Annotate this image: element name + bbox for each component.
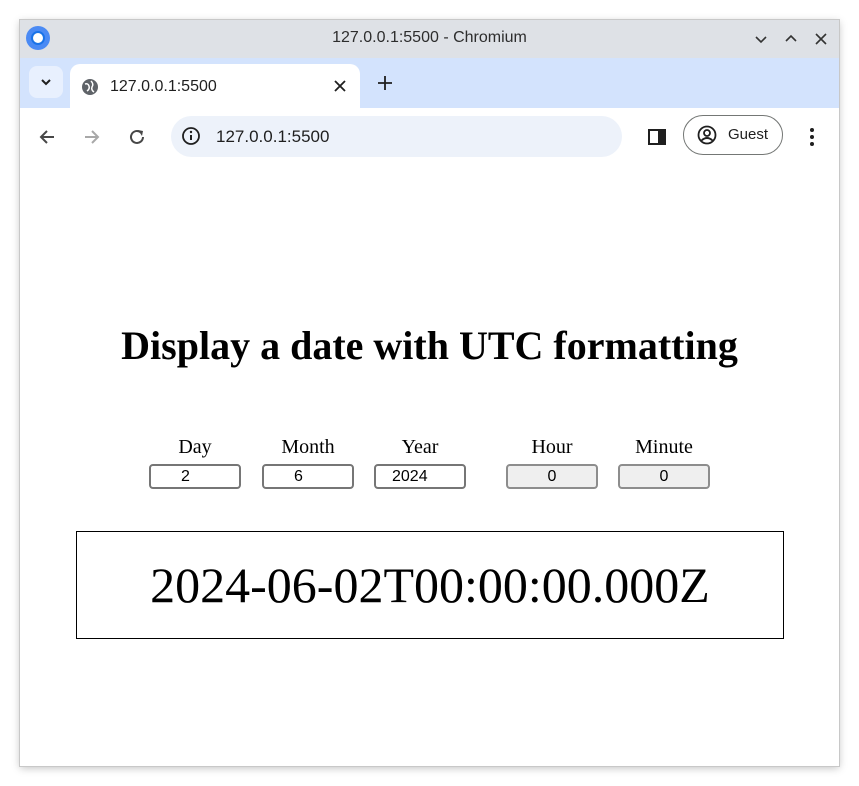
plus-icon	[378, 76, 392, 90]
kebab-menu-icon	[810, 128, 814, 146]
tab-search-button[interactable]	[29, 66, 63, 98]
close-window-button[interactable]	[810, 28, 832, 50]
page-title: Display a date with UTC formatting	[121, 323, 738, 368]
browser-toolbar: 127.0.0.1:5500 Guest	[20, 108, 839, 167]
minute-label: Minute	[635, 436, 693, 458]
minute-input	[618, 464, 710, 489]
reload-button[interactable]	[122, 122, 152, 152]
tab-close-button[interactable]	[330, 76, 350, 96]
minimize-button[interactable]	[750, 28, 772, 50]
arrow-right-icon	[85, 130, 100, 144]
tab-strip: 127.0.0.1:5500	[20, 58, 839, 108]
maximize-button[interactable]	[780, 28, 802, 50]
browser-window: 127.0.0.1:5500 - Chromium 127.0.0.1:5500	[20, 20, 839, 766]
year-input[interactable]	[374, 464, 466, 489]
tab-title: 127.0.0.1:5500	[110, 78, 217, 95]
globe-icon	[82, 79, 98, 95]
address-bar[interactable]: 127.0.0.1:5500	[171, 116, 622, 157]
side-panel-icon	[648, 129, 666, 145]
forward-button[interactable]	[77, 122, 107, 152]
year-field: Year	[374, 434, 466, 489]
browser-menu-button[interactable]	[800, 122, 824, 152]
info-icon[interactable]	[181, 126, 201, 146]
utc-result-text: 2024-06-02T00:00:00.000Z	[150, 557, 710, 613]
new-tab-button[interactable]	[372, 70, 398, 96]
month-field: Month	[262, 434, 354, 489]
maximize-icon	[785, 34, 797, 42]
month-label: Month	[281, 436, 335, 458]
tab-active[interactable]: 127.0.0.1:5500	[70, 64, 360, 108]
close-icon	[334, 80, 346, 92]
hour-label: Hour	[531, 436, 573, 458]
hour-input	[506, 464, 598, 489]
day-label: Day	[178, 436, 212, 458]
title-bar: 127.0.0.1:5500 - Chromium	[20, 20, 839, 58]
month-input[interactable]	[262, 464, 354, 489]
close-icon	[815, 33, 827, 45]
back-button[interactable]	[32, 122, 62, 152]
chevron-down-icon	[41, 79, 51, 86]
year-label: Year	[401, 436, 439, 458]
side-panel-button[interactable]	[642, 122, 672, 152]
window-title: 127.0.0.1:5500 - Chromium	[332, 29, 527, 46]
day-field: Day	[149, 434, 241, 489]
page-viewport: Display a date with UTC formatting Day M…	[20, 166, 839, 766]
minimize-icon	[755, 36, 767, 44]
reload-icon	[130, 129, 144, 144]
profile-button[interactable]: Guest	[683, 115, 783, 155]
arrow-left-icon	[39, 130, 54, 144]
account-circle-icon	[697, 125, 717, 145]
profile-label: Guest	[728, 126, 769, 143]
minute-field: Minute	[618, 434, 710, 489]
day-input[interactable]	[149, 464, 241, 489]
hour-field: Hour	[506, 434, 598, 489]
result-box: 2024-06-02T00:00:00.000Z	[76, 531, 784, 639]
url-text: 127.0.0.1:5500	[216, 127, 330, 146]
